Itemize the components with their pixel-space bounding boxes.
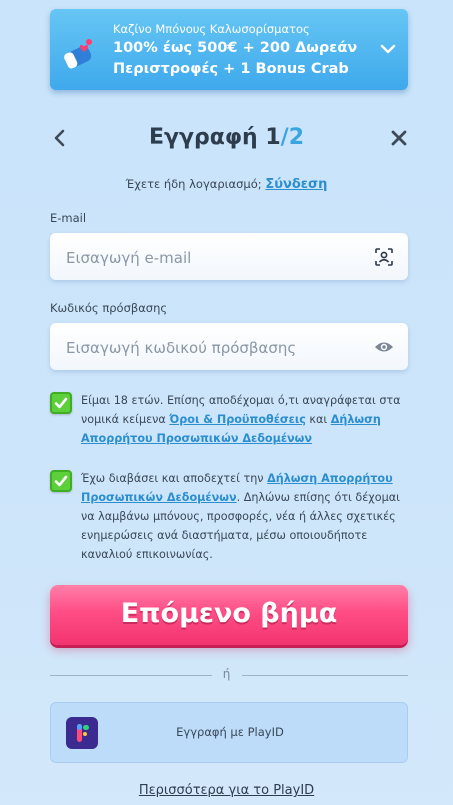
email-field[interactable] [64,233,358,282]
consent-age-terms-text: Είμαι 18 ετών. Επίσης αποδέχομαι ό,τι αν… [81,391,401,448]
page-title: Εγγραφή 1/2 [0,125,453,150]
password-field[interactable] [64,323,358,372]
next-step-button[interactable]: Επόμενο βήμα [50,585,408,645]
chevron-down-icon[interactable] [380,41,396,57]
password-label: Κωδικός πρόσβασης [50,301,168,315]
face-scan-icon[interactable] [374,247,394,267]
login-link[interactable]: Σύνδεση [265,177,327,192]
consent-age-terms-checkbox[interactable] [50,392,72,414]
login-prompt-text: Έχετε ήδη λογαριασμό; [125,177,262,191]
divider-or: ή [222,667,231,681]
email-field-wrapper [50,233,408,282]
banner-subtitle: Καζίνο Μπόνους Καλωσορίσματος [113,22,310,36]
title-step: Εγγραφή 1 [148,125,281,150]
consent-marketing-text: Έχω διαβάσει και αποδεχτεί την Δήλωση Απ… [81,469,401,564]
email-label: E-mail [50,211,87,225]
title-separator: / [280,125,289,150]
checkmark-icon [54,475,68,487]
consent2-text: Έχω διαβάσει και αποδεχτεί την [81,472,268,485]
login-prompt: Έχετε ήδη λογαριασμό; Σύνδεση [0,177,453,192]
terms-link[interactable]: Όροι & Προϋποθέσεις [169,413,306,426]
close-icon[interactable] [390,129,408,147]
eye-icon[interactable] [374,337,394,357]
welcome-bonus-banner[interactable]: Καζίνο Μπόνους Καλωσορίσματος 100% έως 5… [50,9,408,90]
checkmark-icon [54,397,68,409]
playid-register-button[interactable]: Εγγραφή με PlayID [50,702,408,763]
consent-marketing-checkbox[interactable] [50,470,72,492]
password-field-wrapper [50,323,408,372]
banner-title: 100% έως 500€ + 200 Δωρεάν Περιστροφές +… [113,40,358,77]
divider-line-right [242,675,408,676]
title-step-total: 2 [288,125,305,150]
consent1-mid: και [305,413,331,426]
playid-label: Εγγραφή με PlayID [176,725,284,739]
playid-more-link[interactable]: Περισσότερα για το PlayID [0,783,453,798]
magnet-gift-icon [64,39,92,69]
